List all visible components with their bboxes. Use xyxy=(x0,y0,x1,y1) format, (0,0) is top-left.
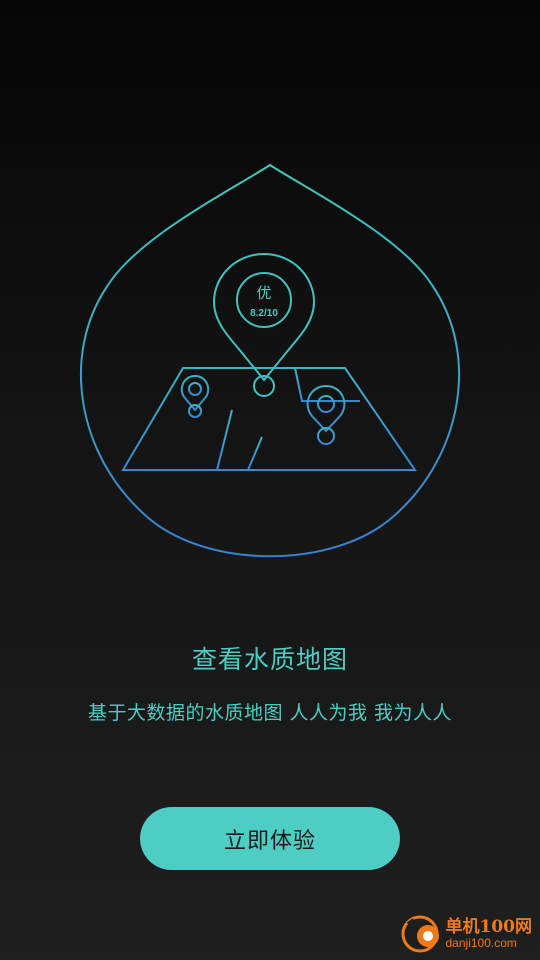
page-subtitle: 基于大数据的水质地图 人人为我 我为人人 xyxy=(87,702,453,724)
pin-grade: 优 xyxy=(256,284,271,302)
map-icon xyxy=(121,367,417,471)
watermark-logo-icon xyxy=(401,915,439,953)
map-pin-small-icon xyxy=(306,384,346,445)
water-drop-illustration: 优 8.2/10 xyxy=(70,150,470,580)
page-title: 查看水质地图 xyxy=(191,645,348,674)
try-now-button[interactable]: 立即体验 xyxy=(140,807,400,870)
watermark-url: danji100.com xyxy=(445,935,517,950)
water-drop-outline xyxy=(80,163,460,558)
pin-score: 8.2/10 xyxy=(250,308,278,319)
watermark: 单机100网 danji100.com xyxy=(400,914,533,954)
map-pin-large-icon xyxy=(212,252,316,397)
watermark-name: 单机100网 xyxy=(445,916,533,937)
